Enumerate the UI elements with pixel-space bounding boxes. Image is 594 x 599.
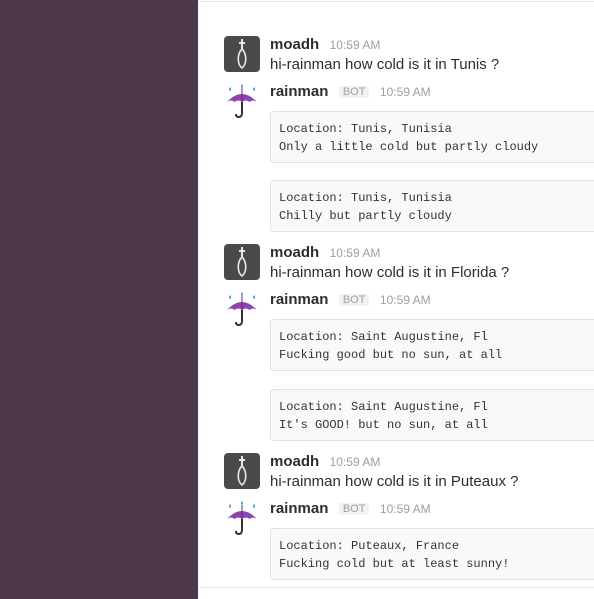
- code-line: Only a little cold but partly cloudy: [279, 140, 539, 154]
- username[interactable]: rainman: [270, 500, 328, 517]
- bot-avatar[interactable]: [224, 291, 260, 327]
- bot-badge: BOT: [338, 294, 370, 306]
- code-line: Chilly but partly cloudy: [279, 209, 452, 223]
- timestamp[interactable]: 10:59 AM: [380, 85, 431, 99]
- timestamp[interactable]: 10:59 AM: [330, 455, 381, 469]
- bot-badge: BOT: [338, 503, 370, 515]
- code-line: Location: Puteaux, France: [279, 539, 460, 553]
- username[interactable]: rainman: [270, 83, 328, 100]
- code-line: Location: Tunis, Tunisia: [279, 122, 452, 136]
- code-line: Location: Tunis, Tunisia: [279, 191, 452, 205]
- bot-badge: BOT: [338, 86, 370, 98]
- code-line: Location: Saint Augustine, Fl: [279, 330, 488, 344]
- message-pane: moadh 10:59 AM hi-rainman how cold is it…: [198, 0, 594, 599]
- timestamp[interactable]: 10:59 AM: [380, 502, 431, 516]
- username[interactable]: moadh: [270, 36, 319, 53]
- timestamp[interactable]: 10:59 AM: [330, 246, 381, 260]
- message-text: hi-rainman how cold is it in Tunis ?: [270, 56, 500, 73]
- username[interactable]: rainman: [270, 291, 328, 308]
- username[interactable]: moadh: [270, 244, 319, 261]
- divider: [198, 587, 594, 588]
- code-block: Location: Puteaux, France Fucking cold b…: [270, 528, 594, 580]
- timestamp[interactable]: 10:59 AM: [330, 38, 381, 52]
- user-avatar[interactable]: [224, 36, 260, 72]
- username[interactable]: moadh: [270, 453, 319, 470]
- timestamp[interactable]: 10:59 AM: [380, 293, 431, 307]
- umbrella-with-rain-icon: [227, 501, 257, 536]
- message-text: hi-rainman how cold is it in Florida ?: [270, 264, 510, 281]
- divider: [198, 1, 594, 2]
- user-avatar[interactable]: [224, 453, 260, 489]
- noose-icon: [237, 247, 247, 278]
- bot-avatar[interactable]: [224, 500, 260, 536]
- code-block: Location: Saint Augustine, Fl Fucking go…: [270, 319, 594, 371]
- code-block: Location: Saint Augustine, Fl It's GOOD!…: [270, 389, 594, 441]
- umbrella-with-rain-icon: [227, 292, 257, 327]
- code-block: Location: Tunis, Tunisia Only a little c…: [270, 111, 594, 163]
- bot-avatar[interactable]: [224, 83, 260, 119]
- sidebar: [0, 0, 198, 599]
- noose-icon: [237, 39, 247, 70]
- code-line: Fucking good but no sun, at all: [279, 348, 503, 362]
- user-avatar[interactable]: [224, 244, 260, 280]
- code-block: Location: Tunis, Tunisia Chilly but part…: [270, 180, 594, 232]
- code-line: Location: Saint Augustine, Fl: [279, 400, 488, 414]
- message-text: hi-rainman how cold is it in Puteaux ?: [270, 473, 519, 490]
- code-line: It's GOOD! but no sun, at all: [279, 418, 488, 432]
- umbrella-with-rain-icon: [227, 84, 257, 119]
- noose-icon: [237, 456, 247, 487]
- code-line: Fucking cold but at least sunny!: [279, 557, 510, 571]
